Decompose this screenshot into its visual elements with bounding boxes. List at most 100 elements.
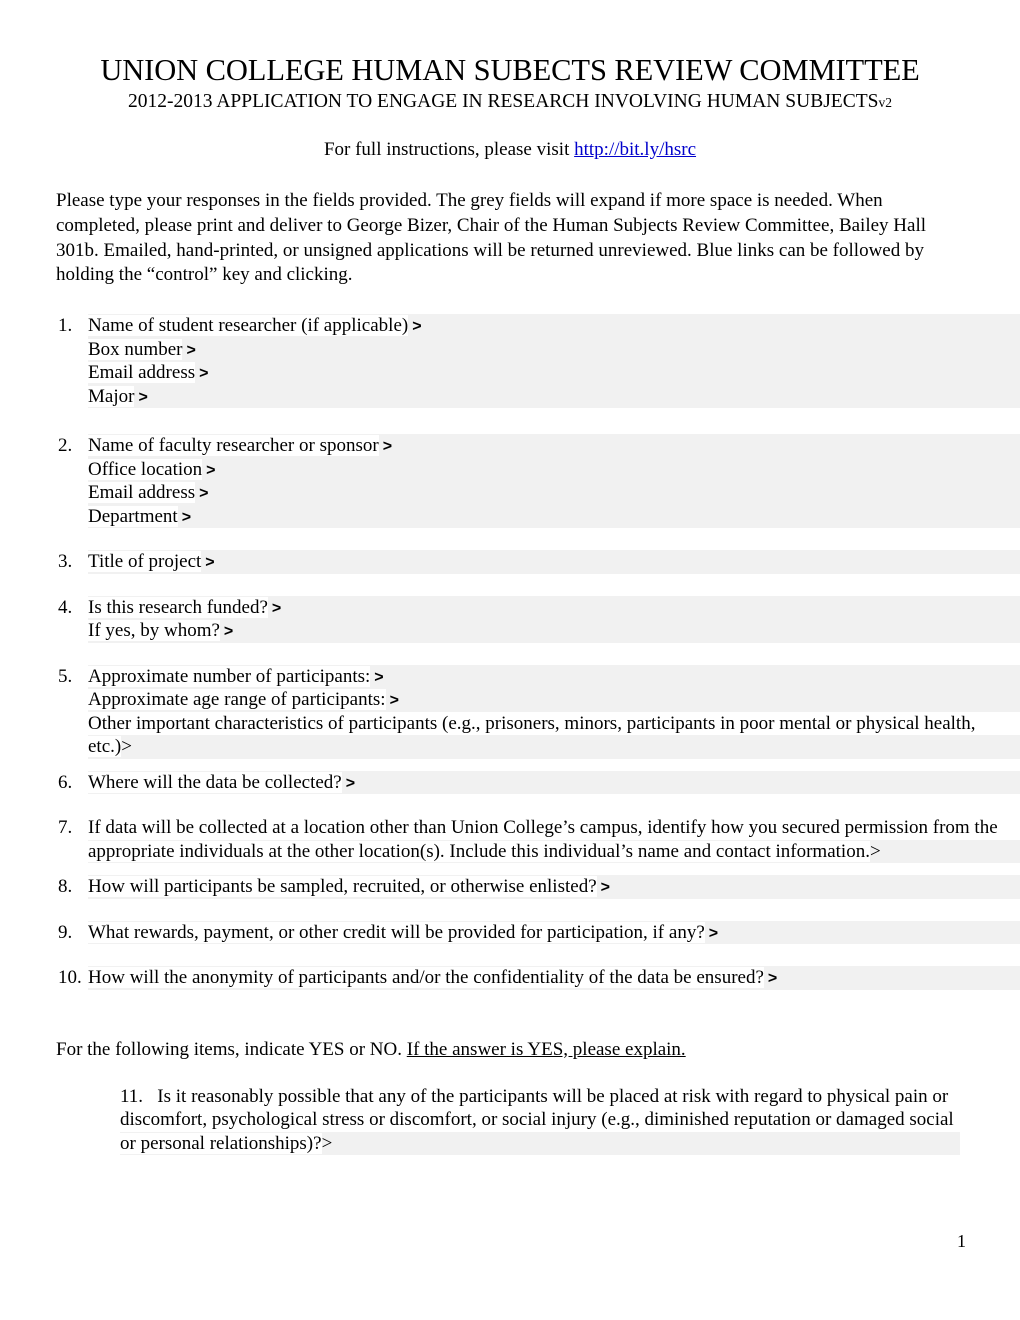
- field-marker-icon: >: [186, 341, 196, 359]
- question-item-3: 3. Title of project >: [0, 550, 1020, 574]
- form-field-row[interactable]: Name of faculty researcher or sponsor >: [88, 434, 1020, 458]
- field-label: If yes, by whom?: [88, 620, 220, 642]
- field-marker-icon: >: [600, 879, 610, 897]
- form-field-row[interactable]: If data will be collected at a location …: [88, 816, 1020, 864]
- field-marker-icon: >: [708, 924, 719, 942]
- question-item-2: 2. Name of faculty researcher or sponsor…: [0, 434, 1020, 529]
- field-label: Name of faculty researcher or sponsor: [88, 435, 379, 457]
- field-marker-icon: >: [121, 736, 132, 758]
- field-label: Where will the data be collected?: [88, 771, 342, 793]
- question-item-8: 8. How will participants be sampled, rec…: [0, 875, 1020, 899]
- form-field-row[interactable]: How will participants be sampled, recrui…: [88, 875, 1020, 899]
- field-marker-icon: >: [412, 318, 422, 336]
- form-field-row[interactable]: What rewards, payment, or other credit w…: [88, 920, 1020, 945]
- field-label: Name of student researcher (if applicabl…: [88, 315, 409, 337]
- question-item-6: 6. Where will the data be collected? >: [0, 770, 1020, 795]
- field-input-area[interactable]: [88, 384, 1020, 409]
- field-marker-icon: >: [199, 365, 209, 383]
- field-input-area[interactable]: [88, 337, 1020, 362]
- yes-no-underlined-text: If the answer is YES, please explain.: [406, 1038, 686, 1060]
- question-number: 11.: [120, 1086, 144, 1108]
- form-field-row[interactable]: Email address >: [88, 481, 1020, 505]
- subtitle-main-text: 2012-2013 APPLICATION TO ENGAGE IN RESEA…: [128, 90, 879, 112]
- form-field-row[interactable]: Where will the data be collected? >: [88, 770, 1020, 795]
- page-title: UNION COLLEGE HUMAN SUBECTS REVIEW COMMI…: [100, 53, 920, 87]
- field-label: Department: [88, 505, 178, 527]
- document-page: UNION COLLEGE HUMAN SUBECTS REVIEW COMMI…: [0, 0, 1020, 1320]
- field-marker-icon: >: [199, 485, 209, 503]
- field-input-area[interactable]: [88, 361, 1020, 385]
- field-marker-icon: >: [271, 599, 282, 617]
- form-field-row[interactable]: Other important characteristics of parti…: [88, 712, 1020, 759]
- form-field-row[interactable]: If yes, by whom? >: [88, 619, 1020, 643]
- field-marker-icon: >: [205, 554, 215, 572]
- form-field-row[interactable]: Box number >: [88, 337, 1020, 362]
- field-label: What rewards, payment, or other credit w…: [88, 921, 705, 943]
- question-item-10: 10. How will the anonymity of participan…: [0, 966, 1020, 990]
- field-label: Office location: [88, 458, 203, 480]
- field-input-area[interactable]: [88, 481, 1020, 505]
- hsrc-instructions-link[interactable]: http://bit.ly/hsrc: [574, 139, 696, 160]
- question-list: 1. Name of student researcher (if applic…: [0, 314, 1020, 990]
- page-number: 1: [957, 1231, 966, 1251]
- field-label: How will the anonymity of participants a…: [88, 967, 764, 989]
- form-field-row[interactable]: 11. Is it reasonably possible that any o…: [120, 1085, 960, 1156]
- question-number: 3.: [58, 551, 73, 573]
- form-field-row[interactable]: Office location >: [88, 457, 1020, 482]
- question-number: 5.: [58, 665, 73, 687]
- yes-no-instruction-line: For the following items, indicate YES or…: [0, 1038, 1020, 1061]
- intro-paragraph: Please type your responses in the fields…: [56, 189, 927, 286]
- instructions-prefix-text: For full instructions, please visit: [323, 138, 575, 160]
- field-label: Approximate age range of participants:: [88, 689, 386, 711]
- question-number: 2.: [58, 435, 73, 457]
- form-field-row[interactable]: Department >: [88, 504, 1020, 529]
- form-field-row[interactable]: Is this research funded? >: [88, 595, 1020, 620]
- field-label: Approximate number of participants:: [88, 665, 371, 687]
- field-input-area[interactable]: [88, 457, 1020, 482]
- form-field-row[interactable]: Title of project >: [88, 550, 1020, 574]
- field-input-area[interactable]: [88, 550, 1020, 574]
- field-marker-icon: >: [767, 970, 778, 988]
- field-marker-icon: >: [382, 438, 393, 456]
- field-input-area[interactable]: [88, 504, 1020, 529]
- field-label: Title of project: [88, 551, 202, 573]
- question-item-5: 5. Approximate number of participants: > …: [0, 664, 1020, 759]
- field-label: Other important characteristics of parti…: [88, 712, 976, 758]
- field-label-block: Other important characteristics of parti…: [88, 712, 1020, 759]
- field-marker-icon: >: [181, 508, 192, 526]
- field-label: Is it reasonably possible that any of th…: [120, 1086, 954, 1154]
- form-field-row[interactable]: Major >: [88, 384, 1020, 409]
- form-field-row[interactable]: Approximate age range of participants: >: [88, 688, 1020, 712]
- field-marker-icon: >: [321, 1132, 333, 1154]
- field-label: Box number: [88, 338, 183, 360]
- field-label-block: If data will be collected at a location …: [88, 816, 1020, 863]
- field-label: If data will be collected at a location …: [88, 817, 998, 862]
- field-marker-icon: >: [206, 461, 216, 479]
- field-marker-icon: >: [869, 840, 881, 862]
- field-label: Email address: [88, 482, 196, 504]
- form-field-row[interactable]: Approximate number of participants: >: [88, 664, 1020, 689]
- field-marker-icon: >: [374, 668, 384, 686]
- form-field-row[interactable]: Name of student researcher (if applicabl…: [88, 314, 1020, 338]
- question-item-4: 4. Is this research funded? > If yes, by …: [0, 595, 1020, 643]
- field-marker-icon: >: [223, 623, 234, 641]
- field-marker-icon: >: [138, 388, 148, 406]
- form-field-row[interactable]: How will the anonymity of participants a…: [88, 966, 1020, 990]
- subtitle-version-text: v2: [878, 94, 892, 110]
- question-item-9: 9. What rewards, payment, or other credi…: [0, 920, 1020, 945]
- question-number: 9.: [58, 921, 73, 943]
- form-field-row[interactable]: Email address >: [88, 361, 1020, 385]
- question-number: 6.: [58, 771, 73, 793]
- question-number: 8.: [58, 876, 73, 898]
- question-number: 10.: [58, 967, 82, 989]
